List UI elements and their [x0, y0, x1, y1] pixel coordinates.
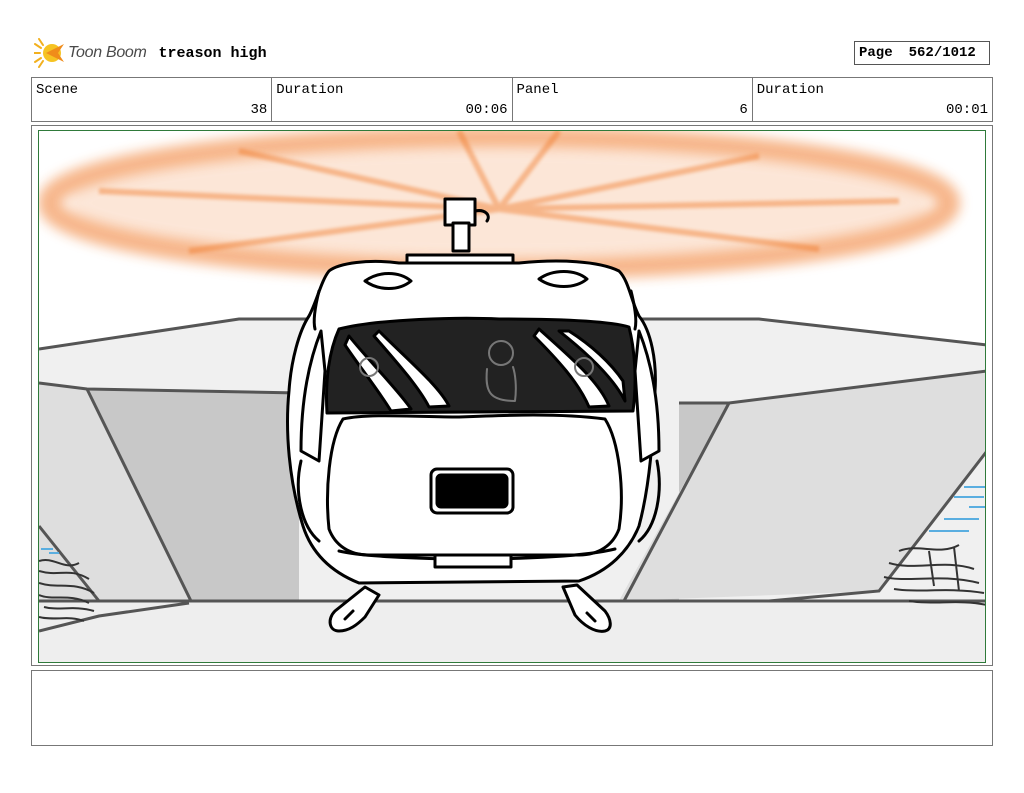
panel-label: Panel [516, 82, 559, 98]
panel-value: 6 [739, 102, 748, 118]
scene-cell: Scene 38 [32, 78, 273, 121]
scene-duration-label: Duration [276, 82, 344, 98]
rotor-blur [39, 131, 960, 280]
panel-artwork [38, 130, 986, 663]
page-indicator: Page 562/1012 [854, 41, 990, 65]
scene-duration-value: 00:06 [465, 102, 508, 118]
panel-cell: Panel 6 [513, 78, 753, 121]
panel-duration-value: 00:01 [945, 102, 988, 118]
brand-name: Toon Boom [68, 44, 147, 61]
scene-label: Scene [36, 82, 79, 98]
helicopter-illustration [39, 131, 985, 662]
panel-notes-box[interactable] [31, 670, 993, 746]
scene-value: 38 [250, 102, 268, 118]
brand-header: Toon Boom treason high [34, 38, 267, 68]
panel-duration-label: Duration [756, 82, 824, 98]
page-number: 562/1012 [908, 45, 976, 61]
project-title: treason high [158, 44, 267, 62]
toon-boom-logo-icon [34, 38, 66, 68]
panel-duration-cell: Duration 00:01 [753, 78, 992, 121]
page-label: Page [859, 45, 893, 61]
panel-info-row: Scene 38 Duration 00:06 Panel 6 Duration… [31, 77, 993, 122]
scene-duration-cell: Duration 00:06 [272, 78, 513, 121]
